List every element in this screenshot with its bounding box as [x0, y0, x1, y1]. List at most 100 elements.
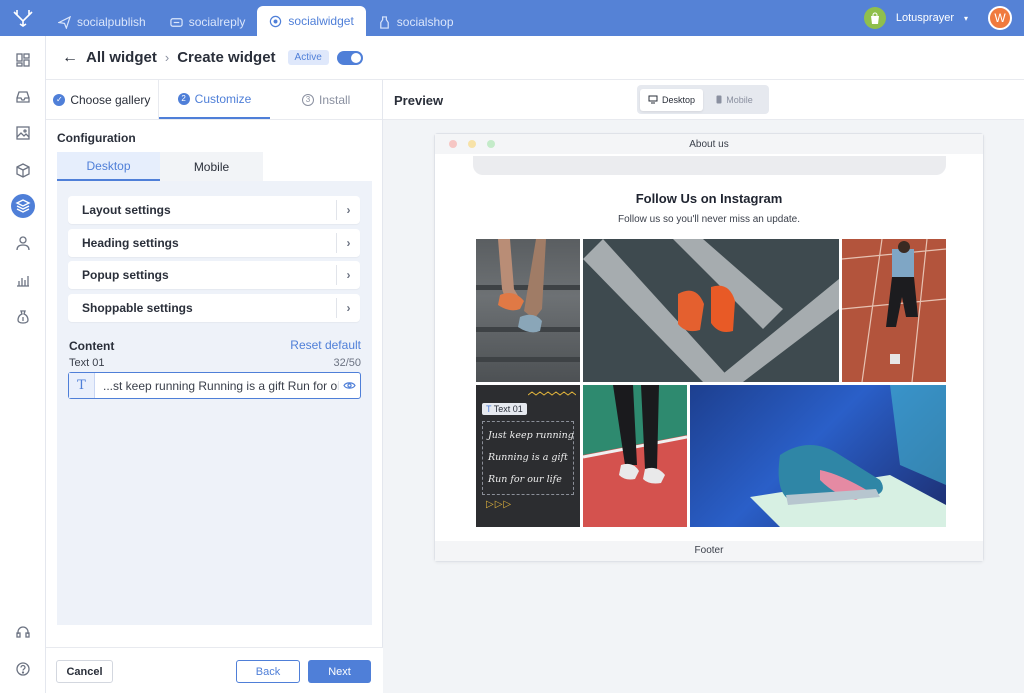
tab-socialreply[interactable]: socialreply	[158, 8, 258, 36]
avatar[interactable]: W	[988, 6, 1012, 30]
step-number: 3	[302, 93, 314, 106]
photo-quote-text[interactable]: T Text 01 Just keep running Running is a…	[476, 385, 580, 527]
browser-title: About us	[689, 138, 729, 150]
browser-titlebar: About us	[435, 134, 983, 154]
back-button[interactable]: Back	[236, 660, 300, 683]
preview-mobile-button[interactable]: Mobile	[703, 89, 766, 111]
support-icon[interactable]	[11, 620, 35, 644]
setting-label: Heading settings	[82, 236, 179, 250]
cancel-button[interactable]: Cancel	[56, 660, 113, 683]
photo-runner-stairs[interactable]	[476, 239, 580, 382]
tab-label: socialshop	[396, 15, 454, 29]
antler-logo-icon[interactable]	[0, 0, 46, 36]
tab-label: socialwidget	[288, 14, 354, 28]
content-title: Content	[69, 339, 115, 353]
reset-default-link[interactable]: Reset default	[290, 338, 361, 352]
step-install[interactable]: 3 Install	[270, 80, 382, 119]
tab-desktop[interactable]: Desktop	[57, 152, 160, 181]
photo-sprinter-track[interactable]	[842, 239, 946, 382]
widget-icon	[270, 15, 282, 27]
status-badge: Active	[287, 50, 329, 65]
tab-socialwidget[interactable]: socialwidget	[257, 6, 366, 36]
config-panel: ✓ Choose gallery 2 Customize 3 Install C…	[46, 80, 383, 693]
preview-device-toggle: Desktop Mobile	[637, 85, 769, 114]
step-customize[interactable]: 2 Customize	[158, 80, 271, 119]
chevron-right-icon[interactable]: ›	[336, 265, 360, 285]
quote-text-box[interactable]: Just keep running Running is a gift Run …	[482, 421, 574, 495]
setting-label: Popup settings	[82, 268, 169, 282]
photo-runner-court[interactable]	[583, 385, 687, 527]
site-footer: Footer	[435, 541, 983, 561]
money-bag-icon[interactable]	[11, 305, 35, 329]
text-01-tag[interactable]: T Text 01	[482, 403, 527, 415]
popup-settings-row[interactable]: Popup settings ›	[68, 261, 360, 289]
maximize-dot-icon	[487, 140, 495, 148]
breadcrumb-separator-icon: ›	[164, 50, 170, 65]
zigzag-decoration-icon	[528, 391, 576, 396]
tab-label: socialpublish	[77, 15, 146, 29]
tab-label: socialreply	[188, 15, 246, 29]
next-button[interactable]: Next	[308, 660, 371, 683]
back-arrow-icon[interactable]: ←	[62, 49, 78, 67]
chevron-down-icon[interactable]: ▾	[964, 14, 968, 23]
step-choose-gallery[interactable]: ✓ Choose gallery	[46, 80, 159, 119]
left-rail	[0, 36, 46, 693]
play-arrows-icon: ▷▷▷	[486, 499, 513, 510]
stepper: ✓ Choose gallery 2 Customize 3 Install	[46, 80, 382, 120]
seg-label: Desktop	[661, 94, 696, 105]
shopify-icon	[863, 7, 886, 29]
breadcrumb-all-widget[interactable]: All widget	[86, 49, 157, 66]
user-icon[interactable]	[11, 231, 35, 255]
text-01-input[interactable]: T ...st keep running Running is a gift R…	[68, 372, 361, 399]
widget-heading: Follow Us on Instagram	[635, 191, 783, 206]
chevron-right-icon[interactable]: ›	[336, 200, 360, 220]
text-01-value[interactable]: ...st keep running Running is a gift Run…	[95, 379, 338, 393]
layers-icon[interactable]	[11, 194, 35, 218]
store-name[interactable]: Lotusprayer	[896, 12, 954, 24]
setting-label: Layout settings	[82, 203, 171, 217]
tab-socialshop[interactable]: socialshop	[366, 8, 466, 36]
analytics-icon[interactable]	[11, 268, 35, 292]
configuration-title: Configuration	[57, 131, 136, 145]
chat-icon	[170, 17, 183, 27]
inbox-icon[interactable]	[11, 85, 35, 109]
char-counter: 32/50	[333, 357, 361, 369]
quote-line: Just keep running	[488, 430, 574, 441]
dashboard-icon[interactable]	[11, 48, 35, 72]
photo-sneaker-display[interactable]	[690, 385, 946, 527]
chevron-right-icon[interactable]: ›	[336, 233, 360, 253]
step-label: Customize	[194, 91, 252, 106]
tab-mobile[interactable]: Mobile	[160, 152, 263, 181]
quote-line: Running is a gift	[488, 452, 568, 463]
check-icon: ✓	[53, 93, 66, 106]
phone-icon	[716, 95, 722, 104]
bag-icon	[379, 15, 389, 29]
shoppable-settings-row[interactable]: Shoppable settings ›	[68, 294, 360, 322]
chevron-right-icon[interactable]: ›	[336, 298, 360, 318]
help-icon[interactable]	[11, 657, 35, 681]
config-body: Layout settings › Heading settings › Pop…	[57, 181, 372, 625]
footer-actions: Cancel Back Next	[46, 647, 383, 693]
close-dot-icon	[449, 140, 457, 148]
page-header: ← All widget › Create widget Active	[46, 36, 1024, 80]
image-icon[interactable]	[11, 121, 35, 145]
monitor-icon	[648, 95, 658, 104]
preview-desktop-button[interactable]: Desktop	[640, 88, 703, 111]
quote-line: Run for our life	[488, 474, 562, 485]
preview-header: Preview Desktop Mobile	[383, 80, 1024, 120]
heading-settings-row[interactable]: Heading settings ›	[68, 229, 360, 257]
layout-settings-row[interactable]: Layout settings ›	[68, 196, 360, 224]
preview-title: Preview	[394, 93, 444, 108]
active-toggle[interactable]	[336, 50, 363, 65]
page-title: Create widget	[177, 49, 276, 66]
top-nav: socialpublish socialreply socialwidget s…	[0, 0, 1024, 36]
tab-socialpublish[interactable]: socialpublish	[46, 8, 158, 36]
site-nav-bar	[473, 156, 946, 175]
device-tabs: Desktop Mobile	[57, 152, 263, 181]
photo-orange-cleats[interactable]	[583, 239, 839, 382]
preview-browser: About us Follow Us on Instagram Follow u…	[434, 133, 984, 562]
step-label: Choose gallery	[70, 92, 151, 107]
box-icon[interactable]	[11, 158, 35, 182]
eye-icon[interactable]	[338, 381, 360, 390]
widget-subheading: Follow us so you'll never miss an update…	[618, 214, 800, 225]
